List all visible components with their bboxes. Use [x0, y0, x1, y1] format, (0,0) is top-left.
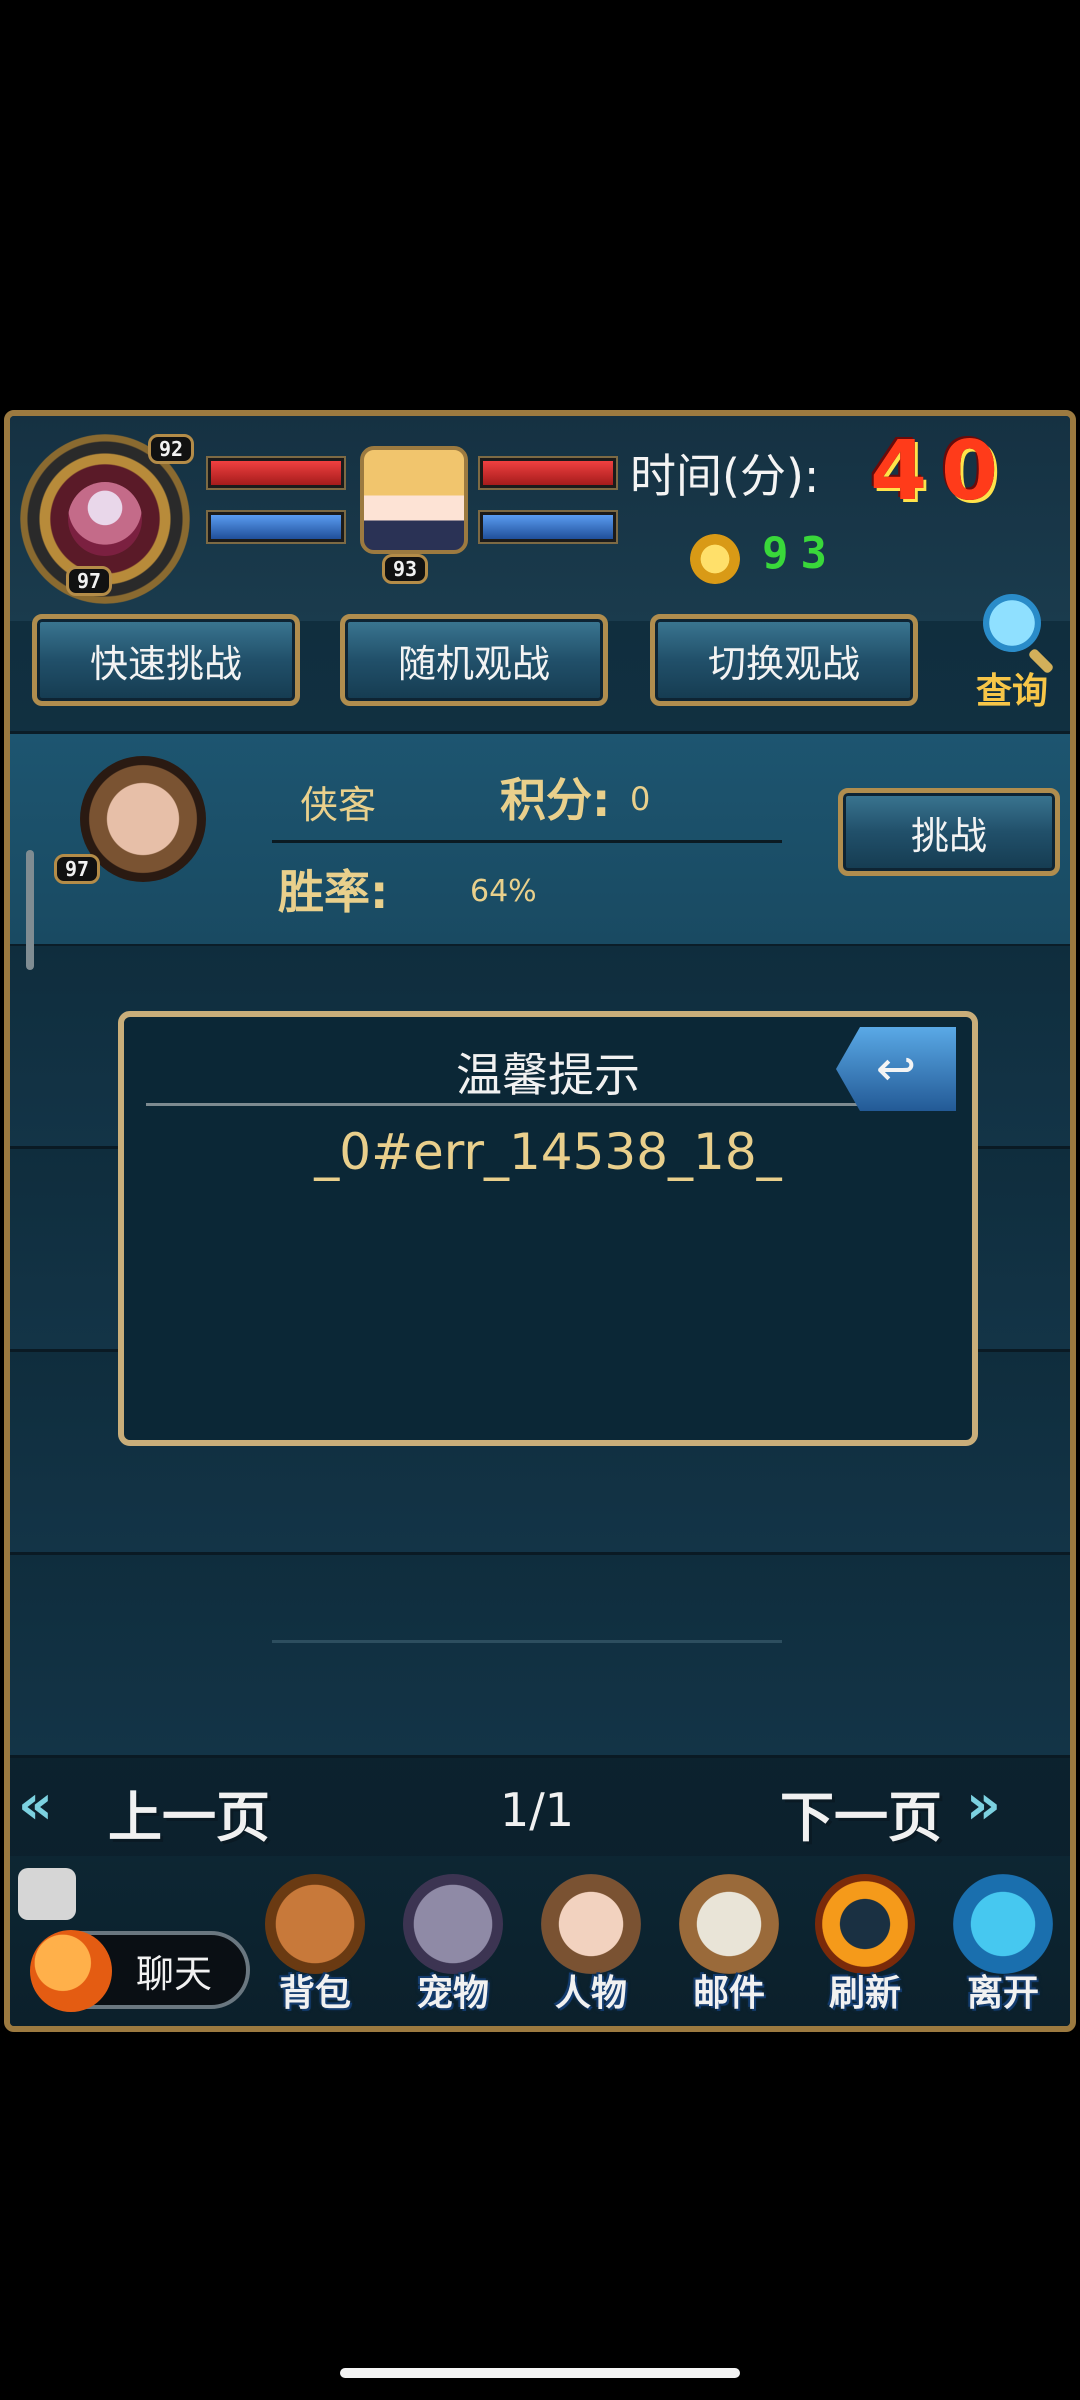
quick-challenge-button[interactable]: 快速挑战	[32, 614, 300, 706]
player-mp-bar	[208, 512, 344, 542]
dock-mail[interactable]: 邮件	[674, 1874, 784, 2016]
pet-icon	[403, 1874, 503, 1974]
return-arrow-icon: ↩	[875, 1041, 917, 1097]
dock-pet[interactable]: 宠物	[398, 1874, 508, 2016]
list-slot	[10, 1555, 1070, 1758]
pumpkin-icon	[30, 1930, 112, 2012]
game-screen: 92 97 93 时间(分): 40 93 快速挑战 随机观战 切换观战 查询 …	[4, 410, 1076, 2032]
player-level-bottom: 97	[66, 566, 113, 596]
switch-watch-button[interactable]: 切换观战	[650, 614, 918, 706]
time-value: 40	[870, 424, 1013, 519]
dock-label: 背包	[278, 1973, 351, 2014]
page-indicator: 1/1	[500, 1783, 575, 1837]
opponent-level: 93	[382, 554, 429, 584]
scrollbar-thumb[interactable]	[26, 850, 34, 970]
player-avatar-face	[68, 482, 142, 556]
coin-icon	[690, 534, 740, 584]
player-level-top: 92	[148, 434, 195, 464]
win-rate-value: 64%	[470, 874, 537, 909]
score-value: 0	[630, 780, 651, 818]
dock-refresh[interactable]: 刷新	[810, 1874, 920, 2016]
top-hud: 92 97 93 时间(分): 40 93	[10, 416, 1070, 621]
row-divider	[272, 840, 782, 843]
random-watch-button[interactable]: 随机观战	[340, 614, 608, 706]
dock-backpack[interactable]: 背包	[260, 1874, 370, 2016]
magnifier-icon	[983, 594, 1041, 652]
home-indicator[interactable]	[340, 2368, 740, 2378]
coin-count: 93	[762, 528, 839, 579]
dock-label: 宠物	[416, 1973, 489, 2014]
prev-arrow-icon: «	[18, 1773, 53, 1836]
opponent-avatar[interactable]	[360, 446, 468, 554]
dialog-message: _0#err_14538_18_	[314, 1123, 782, 1181]
opponent-mp-bar	[480, 512, 616, 542]
character-icon	[541, 1874, 641, 1974]
next-page-button[interactable]: 下一页	[780, 1773, 942, 1852]
score-label: 积分:	[500, 773, 611, 827]
chat-bubble-icon	[18, 1868, 76, 1920]
pager: « 上一页 1/1 下一页 »	[10, 1761, 1070, 1861]
challenge-button[interactable]: 挑战	[838, 788, 1060, 876]
dock-character[interactable]: 人物	[536, 1874, 646, 2016]
row-divider	[272, 1640, 782, 1643]
dock-label: 离开	[966, 1973, 1039, 2014]
dock-label: 刷新	[828, 1973, 901, 2014]
time-label: 时间(分):	[630, 449, 820, 503]
player-row-name: 侠客	[300, 783, 377, 827]
player-list-row[interactable]: 97 侠客 积分: 0 胜率: 64% 挑战	[10, 731, 1070, 947]
win-rate-label: 胜率:	[278, 865, 389, 919]
refresh-icon	[815, 1874, 915, 1974]
dialog-close-button[interactable]: ↩	[836, 1027, 956, 1111]
player-row-level: 97	[54, 854, 101, 884]
backpack-icon	[265, 1874, 365, 1974]
dock-exit[interactable]: 离开	[948, 1874, 1058, 2016]
prev-page-button[interactable]: 上一页	[108, 1773, 270, 1852]
bottom-dock: 聊天 背包 宠物 人物 邮件 刷新 离开	[10, 1856, 1070, 2026]
dock-label: 邮件	[692, 1973, 765, 2014]
mail-icon	[679, 1874, 779, 1974]
exit-icon	[953, 1874, 1053, 1974]
dialog-divider	[146, 1103, 950, 1106]
player-hp-bar	[208, 458, 344, 488]
dock-label: 人物	[554, 1973, 627, 2014]
tip-dialog: 温馨提示 _0#err_14538_18_ ↩	[118, 1011, 978, 1446]
opponent-hp-bar	[480, 458, 616, 488]
next-arrow-icon: »	[966, 1773, 1001, 1836]
search-button[interactable]: 查询	[962, 594, 1062, 714]
